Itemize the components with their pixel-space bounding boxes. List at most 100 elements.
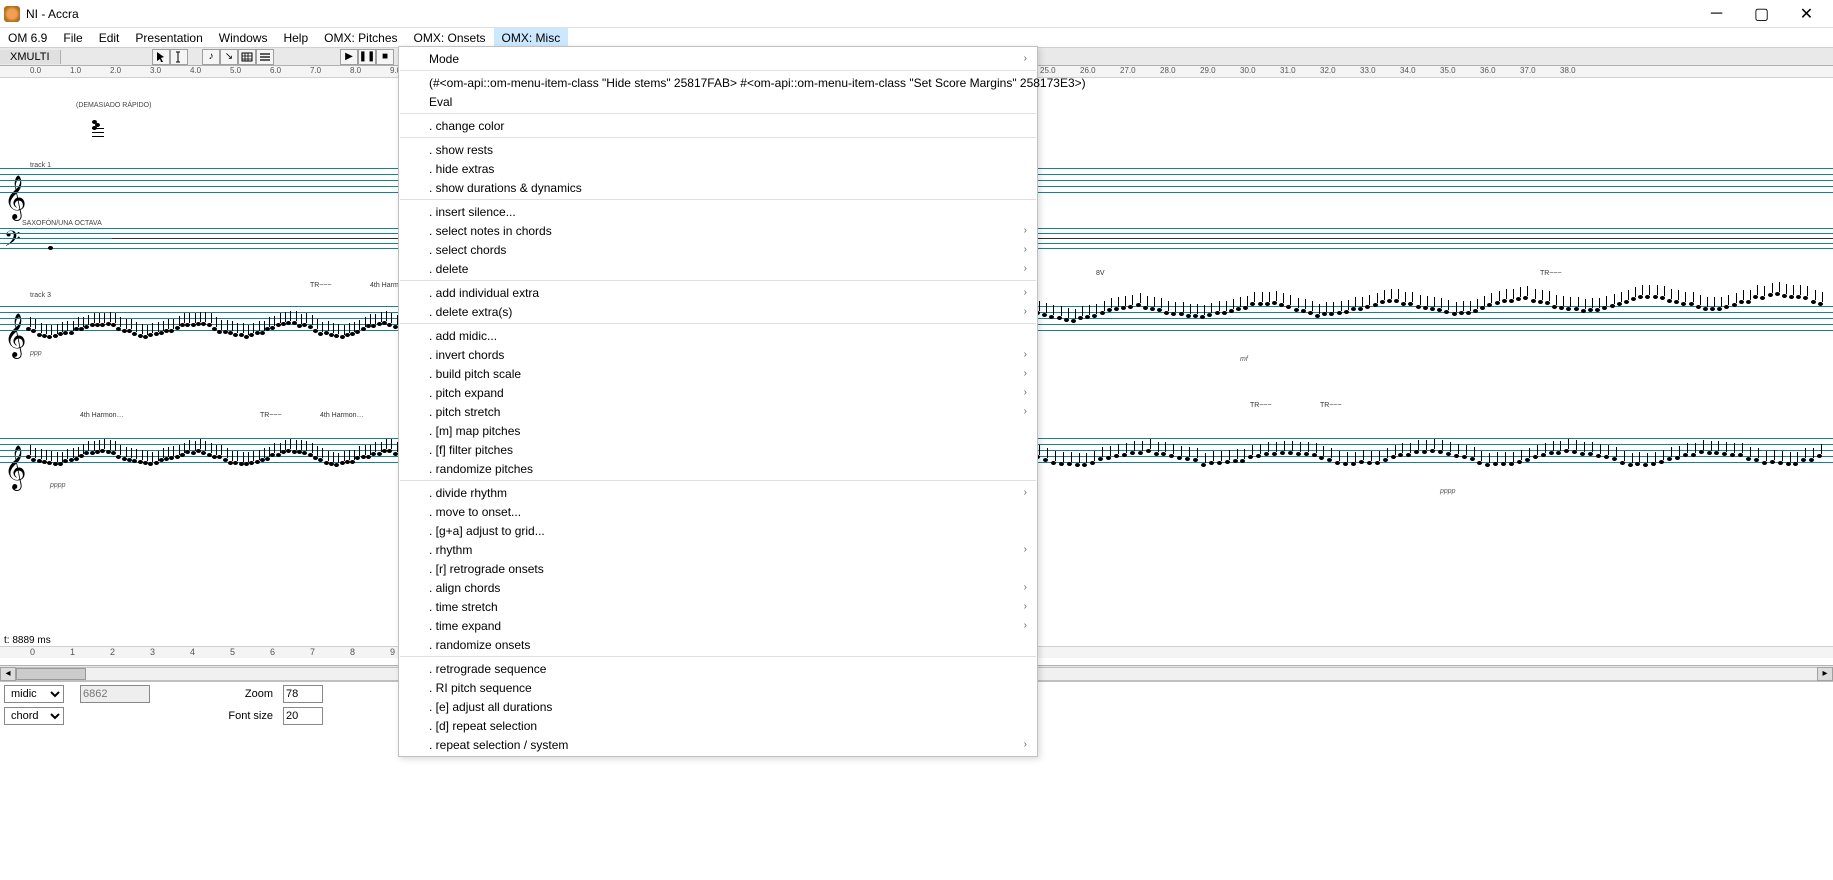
- unit-select[interactable]: chord: [4, 707, 64, 725]
- trill-marking: TR~~~: [1540, 270, 1562, 277]
- chevron-right-icon: ›: [1024, 582, 1027, 593]
- track-label-3: track 3: [30, 292, 51, 299]
- ruler-tick: 25.0: [1040, 66, 1056, 75]
- ruler-tick: 34.0: [1400, 66, 1416, 75]
- menu-separator: [400, 70, 1036, 71]
- note[interactable]: [48, 246, 53, 250]
- trill-marking: TR~~~: [260, 412, 282, 419]
- menu-item[interactable]: . invert chords›: [399, 345, 1037, 364]
- menu-help[interactable]: Help: [275, 28, 316, 47]
- omx-misc-menu[interactable]: Mode›(#<om-api::om-menu-item-class "Hide…: [398, 46, 1038, 757]
- menu-item[interactable]: . delete extra(s)›: [399, 302, 1037, 321]
- menu-item[interactable]: . show rests: [399, 140, 1037, 159]
- chevron-right-icon: ›: [1024, 387, 1027, 398]
- menu-file[interactable]: File: [55, 28, 90, 47]
- grid-view1-button[interactable]: [238, 49, 256, 65]
- menu-separator: [400, 323, 1036, 324]
- menu-item[interactable]: . randomize pitches: [399, 459, 1037, 478]
- menu-item[interactable]: . RI pitch sequence: [399, 678, 1037, 697]
- chevron-right-icon: ›: [1024, 53, 1027, 64]
- menu-item[interactable]: . [d] repeat selection: [399, 716, 1037, 735]
- menu-item[interactable]: Eval: [399, 92, 1037, 111]
- menu-item[interactable]: . move to onset...: [399, 502, 1037, 521]
- menu-omx-onsets[interactable]: OMX: Onsets: [406, 28, 494, 47]
- text-tool-button[interactable]: [170, 49, 188, 65]
- menu-item[interactable]: . add individual extra›: [399, 283, 1037, 302]
- grid-view2-button[interactable]: [256, 49, 274, 65]
- menu-item[interactable]: . time expand›: [399, 616, 1037, 635]
- menu-item[interactable]: . [g+a] adjust to grid...: [399, 521, 1037, 540]
- minimize-button[interactable]: ─: [1694, 0, 1739, 28]
- menu-item[interactable]: . repeat selection / system›: [399, 735, 1037, 754]
- chevron-right-icon: ›: [1024, 287, 1027, 298]
- menu-item[interactable]: (#<om-api::om-menu-item-class "Hide stem…: [399, 73, 1037, 92]
- scroll-right-button[interactable]: ▸: [1817, 667, 1833, 681]
- menu-om[interactable]: OM 6.9: [0, 28, 55, 47]
- dynamic-mf: mf: [1240, 356, 1248, 363]
- menu-edit[interactable]: Edit: [91, 28, 128, 47]
- zoom-input[interactable]: [283, 685, 323, 703]
- trill-marking: TR~~~: [1250, 402, 1272, 409]
- stop-button[interactable]: ■: [376, 49, 394, 65]
- menu-item[interactable]: . delete›: [399, 259, 1037, 278]
- chevron-right-icon: ›: [1024, 487, 1027, 498]
- menu-item[interactable]: . build pitch scale›: [399, 364, 1037, 383]
- menu-item[interactable]: . divide rhythm›: [399, 483, 1037, 502]
- midic-value-field: [80, 685, 150, 703]
- menu-item[interactable]: . select notes in chords›: [399, 221, 1037, 240]
- menu-item[interactable]: . randomize onsets: [399, 635, 1037, 654]
- menu-separator: [400, 280, 1036, 281]
- ruler-tick: 35.0: [1440, 66, 1456, 75]
- menu-separator: [400, 656, 1036, 657]
- pause-button[interactable]: ❚❚: [358, 49, 376, 65]
- scroll-thumb[interactable]: [16, 668, 86, 680]
- menu-windows[interactable]: Windows: [211, 28, 276, 47]
- ruler-tick: 38.0: [1560, 66, 1576, 75]
- menu-item[interactable]: . rhythm›: [399, 540, 1037, 559]
- ruler-tick: 32.0: [1320, 66, 1336, 75]
- menu-presentation[interactable]: Presentation: [127, 28, 210, 47]
- note-eighth-button[interactable]: ♪: [202, 49, 220, 65]
- play-button[interactable]: ▶: [340, 49, 358, 65]
- menu-item[interactable]: Mode›: [399, 49, 1037, 68]
- menu-omx-pitches[interactable]: OMX: Pitches: [316, 28, 405, 47]
- menu-item[interactable]: . change color: [399, 116, 1037, 135]
- ruler-tick: 7: [310, 647, 315, 657]
- menu-item[interactable]: . retrograde sequence: [399, 659, 1037, 678]
- maximize-button[interactable]: ▢: [1739, 0, 1784, 28]
- menu-item[interactable]: . show durations & dynamics: [399, 178, 1037, 197]
- fontsize-input[interactable]: [283, 707, 323, 725]
- ruler-tick: 36.0: [1480, 66, 1496, 75]
- ruler-tick: 4.0: [190, 66, 201, 75]
- view-mode-select[interactable]: midic: [4, 685, 64, 703]
- menu-item[interactable]: . align chords›: [399, 578, 1037, 597]
- ruler-tick: 5.0: [230, 66, 241, 75]
- octave-marking: 8V: [1096, 270, 1105, 277]
- menu-item[interactable]: . pitch stretch›: [399, 402, 1037, 421]
- pointer-tool-button[interactable]: [152, 49, 170, 65]
- trill-marking: TR~~~: [310, 282, 332, 289]
- chevron-right-icon: ›: [1024, 739, 1027, 750]
- dynamic-ppp: ppp: [30, 350, 42, 357]
- menu-item[interactable]: . pitch expand›: [399, 383, 1037, 402]
- menu-item[interactable]: . insert silence...: [399, 202, 1037, 221]
- chevron-right-icon: ›: [1024, 406, 1027, 417]
- menu-item[interactable]: . [f] filter pitches: [399, 440, 1037, 459]
- menu-item[interactable]: . hide extras: [399, 159, 1037, 178]
- chevron-right-icon: ›: [1024, 368, 1027, 379]
- note-mode-button[interactable]: ↘: [220, 49, 238, 65]
- ruler-tick: 28.0: [1160, 66, 1176, 75]
- dynamic-pppp: pppp: [1440, 488, 1456, 495]
- menu-item[interactable]: . add midic...: [399, 326, 1037, 345]
- menu-item[interactable]: . [r] retrograde onsets: [399, 559, 1037, 578]
- ruler-tick: 8.0: [350, 66, 361, 75]
- menu-item[interactable]: . [m] map pitches: [399, 421, 1037, 440]
- scroll-left-button[interactable]: ◂: [0, 667, 16, 681]
- menu-item[interactable]: . [e] adjust all durations: [399, 697, 1037, 716]
- ruler-tick: 6.0: [270, 66, 281, 75]
- menu-item[interactable]: . select chords›: [399, 240, 1037, 259]
- menu-omx-misc[interactable]: OMX: Misc: [494, 28, 569, 47]
- close-button[interactable]: ✕: [1784, 0, 1829, 28]
- menu-item[interactable]: . time stretch›: [399, 597, 1037, 616]
- menubar: OM 6.9FileEditPresentationWindowsHelpOMX…: [0, 28, 1833, 48]
